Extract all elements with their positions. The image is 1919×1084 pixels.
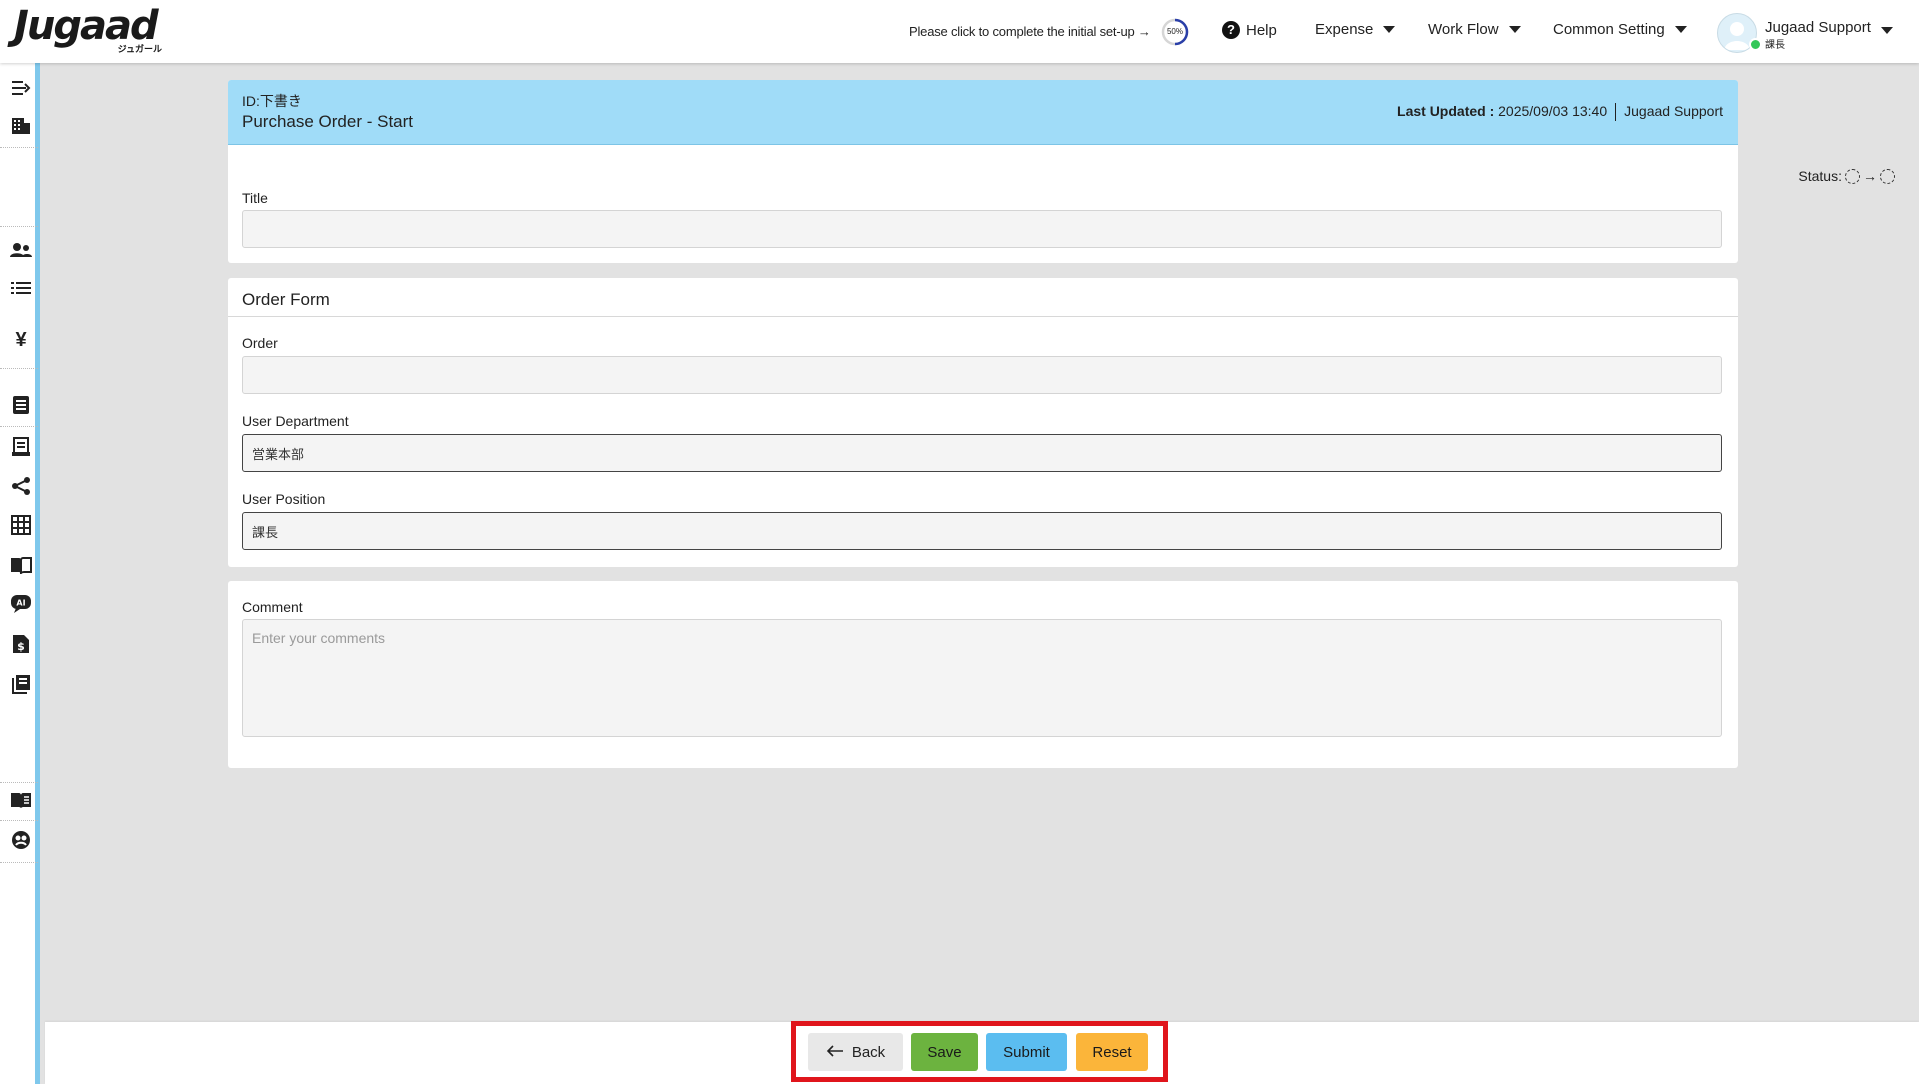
user-menu-chevron-icon[interactable] xyxy=(1881,27,1893,34)
manual-icon[interactable] xyxy=(10,789,32,811)
order-label: Order xyxy=(242,335,278,351)
setup-message-link[interactable]: Please click to complete the initial set… xyxy=(909,24,1151,39)
logo-subtext: ジュガール xyxy=(117,44,162,54)
submit-button[interactable]: Submit xyxy=(986,1033,1067,1071)
support-icon[interactable] xyxy=(10,829,32,851)
sidebar-divider xyxy=(0,226,38,227)
save-button[interactable]: Save xyxy=(911,1033,978,1071)
user-role: 課長 xyxy=(1765,40,1785,51)
receipt-icon[interactable] xyxy=(10,436,32,458)
order-form-card: Order Form Order User Department User Po… xyxy=(228,278,1738,567)
sidebar: ¥ AI $ xyxy=(0,63,40,1084)
building-icon[interactable] xyxy=(10,115,32,137)
list-icon[interactable] xyxy=(10,277,32,299)
ai-chat-icon[interactable]: AI xyxy=(10,593,32,615)
comment-card: Comment xyxy=(228,581,1738,768)
document-icon[interactable] xyxy=(10,394,32,416)
sidebar-divider xyxy=(0,782,38,783)
menu-common-setting-label: Common Setting xyxy=(1553,21,1665,38)
online-status-dot xyxy=(1749,38,1762,51)
user-name[interactable]: Jugaad Support xyxy=(1765,19,1871,36)
arrow-left-icon xyxy=(826,1044,844,1061)
yen-icon[interactable]: ¥ xyxy=(10,329,32,351)
help-label: Help xyxy=(1246,21,1277,39)
chevron-down-icon xyxy=(1674,26,1687,33)
sidebar-divider xyxy=(0,147,38,148)
users-icon[interactable] xyxy=(10,239,32,261)
status-label: Status: xyxy=(1798,168,1842,184)
svg-text:$: $ xyxy=(17,640,25,653)
user-position-label: User Position xyxy=(242,491,326,507)
menu-workflow[interactable]: Work Flow xyxy=(1428,21,1521,38)
app-logo[interactable]: Jugaad ジュガール xyxy=(14,4,166,54)
user-department-input[interactable] xyxy=(242,434,1722,472)
sidebar-divider xyxy=(0,426,38,427)
library-icon[interactable] xyxy=(10,673,32,695)
title-field-group: Title xyxy=(228,80,1738,263)
chevron-down-icon xyxy=(1508,26,1521,33)
sidebar-divider xyxy=(0,820,38,821)
menu-expand-icon[interactable] xyxy=(10,77,32,99)
back-button[interactable]: Back xyxy=(808,1033,903,1071)
status-pending-icon xyxy=(1880,168,1895,184)
section-title: Order Form xyxy=(242,290,330,309)
section-divider xyxy=(228,316,1738,317)
menu-workflow-label: Work Flow xyxy=(1428,21,1499,38)
user-position-input[interactable] xyxy=(242,512,1722,550)
help-icon: ? xyxy=(1222,21,1240,39)
user-department-label: User Department xyxy=(242,413,349,429)
status-indicator: Status: → xyxy=(1798,168,1895,184)
grid-icon[interactable] xyxy=(10,514,32,536)
setup-progress-ring[interactable]: 50% xyxy=(1160,17,1190,47)
title-input[interactable] xyxy=(242,210,1722,248)
menu-expense-label: Expense xyxy=(1315,21,1374,38)
title-label: Title xyxy=(242,190,268,206)
menu-common-setting[interactable]: Common Setting xyxy=(1553,21,1687,38)
share-icon[interactable] xyxy=(10,475,32,497)
chevron-down-icon xyxy=(1383,26,1396,33)
back-label: Back xyxy=(851,1043,886,1061)
comment-label: Comment xyxy=(242,599,303,615)
menu-expense[interactable]: Expense xyxy=(1315,21,1396,38)
comment-textarea[interactable] xyxy=(242,619,1722,737)
invoice-icon[interactable]: $ xyxy=(10,633,32,655)
help-link[interactable]: ? Help xyxy=(1222,21,1277,39)
sidebar-divider xyxy=(0,862,38,863)
setup-progress-value: 50% xyxy=(1166,27,1183,36)
svg-text:AI: AI xyxy=(16,599,25,608)
book-open-icon[interactable] xyxy=(10,554,32,576)
sidebar-divider xyxy=(0,368,38,369)
reset-button[interactable]: Reset xyxy=(1076,1033,1148,1071)
top-bar: Jugaad ジュガール Please click to complete th… xyxy=(0,0,1919,63)
order-input[interactable] xyxy=(242,356,1722,394)
status-pending-icon xyxy=(1845,168,1860,184)
arrow-right-icon: → xyxy=(1863,168,1877,184)
